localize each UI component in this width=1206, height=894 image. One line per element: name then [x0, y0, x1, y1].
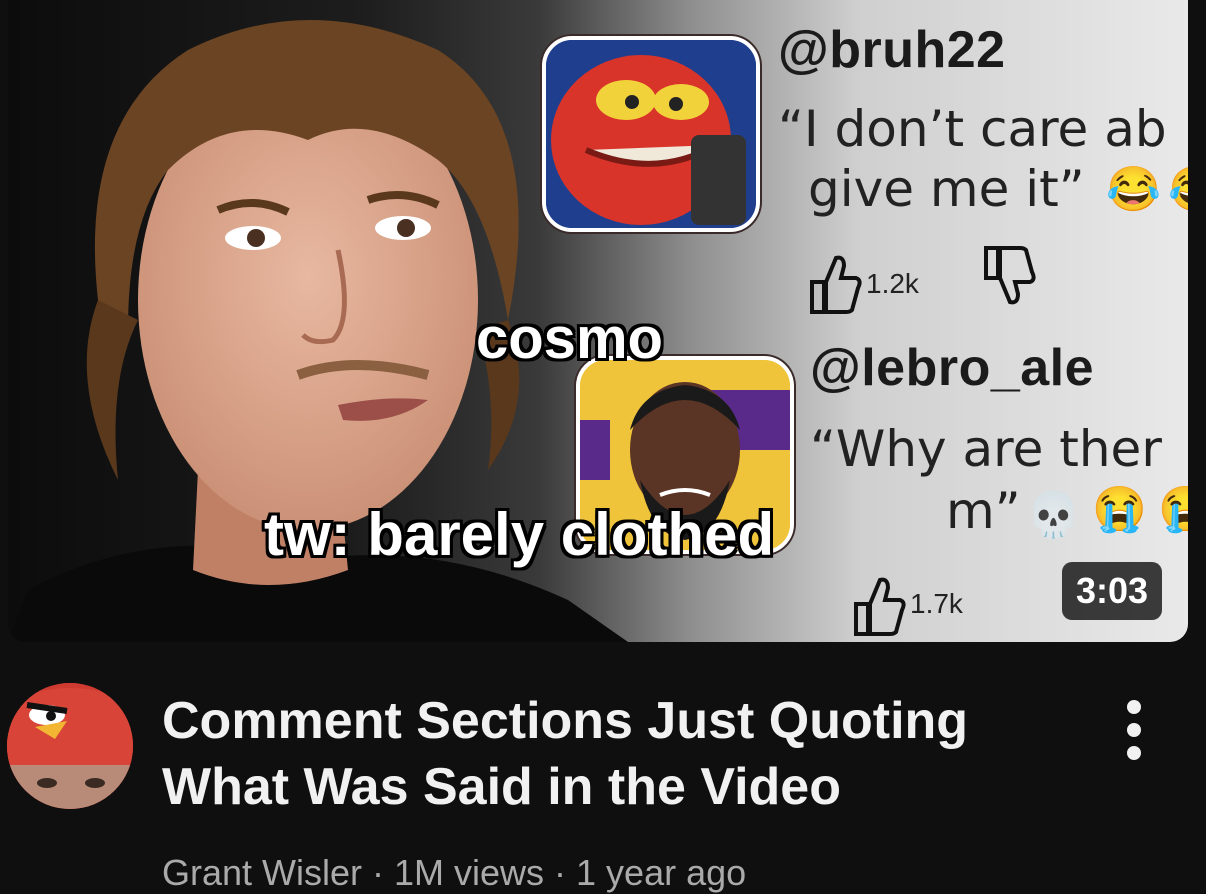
- channel-avatar[interactable]: [7, 683, 133, 809]
- comment-quote-line2: m”: [946, 482, 1021, 540]
- comment-quote-line1: “I don’t care ab: [778, 100, 1167, 158]
- thumbs-down-icon: [984, 246, 1036, 305]
- laughing-emoji-icon: 😂: [1106, 165, 1161, 214]
- skull-emoji-icon: 💀: [1026, 491, 1081, 540]
- more-vertical-icon-dot: [1127, 746, 1141, 760]
- more-vertical-icon-dot: [1127, 723, 1141, 737]
- video-title-line2: What Was Said in the Video: [162, 758, 841, 816]
- red-cartoon-character-icon: [546, 40, 756, 228]
- overlay-caption-bottom: tw: barely clothed: [264, 501, 775, 568]
- more-vertical-icon: [1127, 700, 1141, 714]
- video-title[interactable]: Comment Sections Just Quoting What Was S…: [162, 688, 1062, 820]
- more-options-button[interactable]: [1112, 700, 1156, 760]
- laughing-emoji-icon: 😂: [1168, 168, 1188, 212]
- comment-quote-line1: “Why are ther: [810, 420, 1162, 478]
- angry-bird-hat-icon: [7, 683, 133, 809]
- comment-handle: @bruh22: [778, 21, 1006, 79]
- crying-emoji-icon: 😭: [1092, 485, 1147, 534]
- commenter-avatar-bruh22: [542, 36, 760, 232]
- overlay-caption-top: cosmo: [476, 306, 663, 371]
- thumbs-up-icon: [854, 577, 906, 636]
- video-title-line1: Comment Sections Just Quoting: [162, 692, 969, 750]
- thumbs-up-icon: [810, 255, 862, 314]
- comment-quote-line2: give me it”: [808, 160, 1085, 218]
- like-count: 1.7k: [910, 588, 963, 619]
- comment-handle: @lebro_ale: [810, 339, 1095, 397]
- crying-emoji-icon: 😭: [1158, 485, 1188, 534]
- like-count: 1.2k: [866, 268, 919, 299]
- video-thumbnail[interactable]: @bruh22 “I don’t care ab give me it” 😂 😂…: [8, 0, 1188, 642]
- duration-badge: 3:03: [1061, 562, 1162, 620]
